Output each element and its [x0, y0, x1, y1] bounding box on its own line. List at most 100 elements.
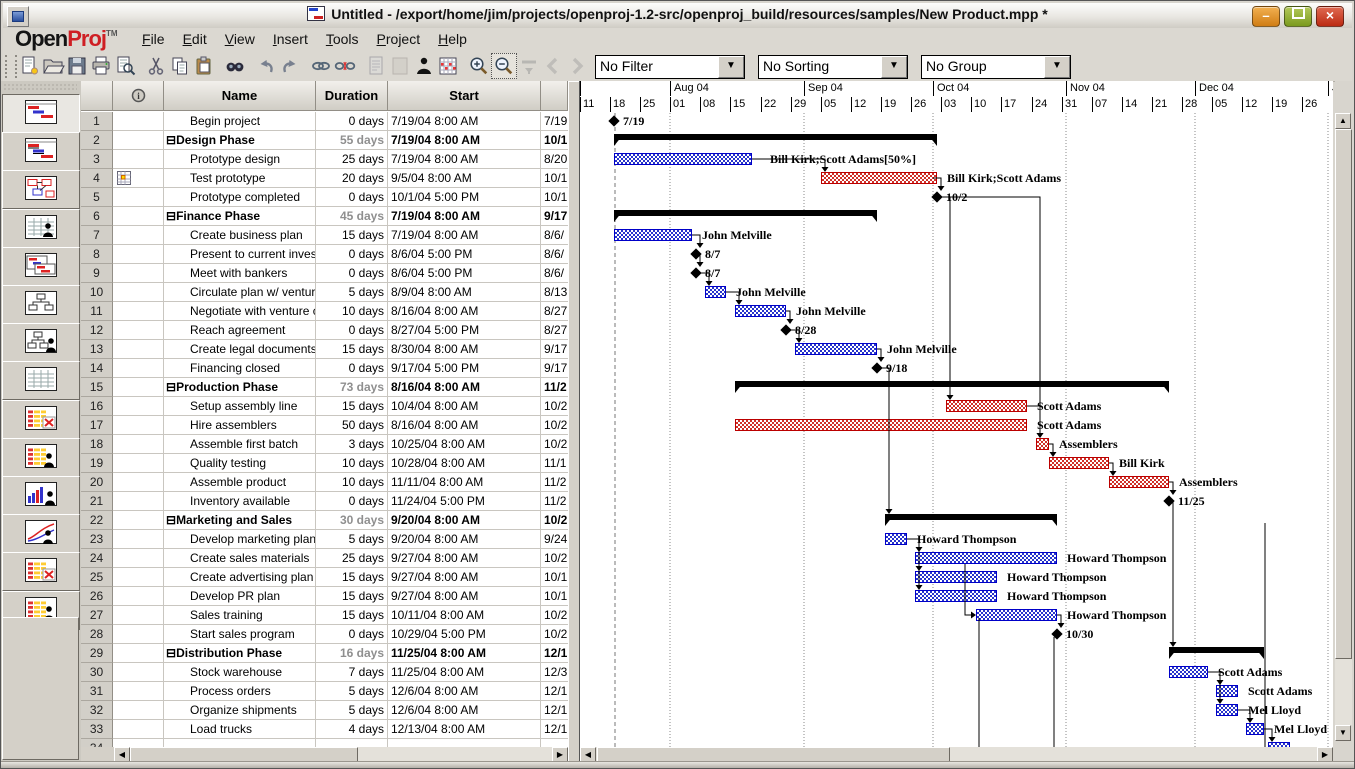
sidebar-wbs-view-button[interactable]: [2, 285, 80, 324]
sidebar-gantt-view-button[interactable]: [2, 94, 80, 133]
row-info-cell[interactable]: [113, 549, 164, 568]
dropdown-arrow-icon[interactable]: ▼: [1044, 56, 1070, 78]
task-name-cell[interactable]: Hire assemblers: [164, 416, 316, 435]
task-start-cell[interactable]: 9/27/04 8:00 AM: [388, 568, 541, 587]
sidebar-charts-view-button[interactable]: [2, 514, 80, 553]
task-name-cell[interactable]: Assemble product: [164, 473, 316, 492]
row-info-cell[interactable]: [113, 283, 164, 302]
dropdown-arrow-icon[interactable]: ▼: [718, 56, 744, 78]
task-duration-cell[interactable]: 20 days: [316, 169, 388, 188]
task-start-cell[interactable]: 11/25/04 8:00 AM: [388, 663, 541, 682]
gantt-hscrollbar[interactable]: ◀ ▶: [580, 747, 1333, 762]
task-name-cell[interactable]: Create legal documents: [164, 340, 316, 359]
scroll-left-button[interactable]: ◀: [114, 747, 130, 762]
task-finish-cell[interactable]: 12/3: [541, 663, 568, 682]
table-row[interactable]: 31Process orders5 days12/6/04 8:00 AM12/…: [81, 682, 568, 701]
task-finish-cell[interactable]: 11/2: [541, 473, 568, 492]
task-duration-cell[interactable]: 16 days: [316, 644, 388, 663]
task-name-cell[interactable]: Meet with bankers: [164, 264, 316, 283]
sidebar-projects-view-button[interactable]: [2, 247, 80, 286]
gantt-body[interactable]: 7/19Bill Kirk;Scott Adams[50%]Bill Kirk;…: [580, 113, 1333, 747]
sidebar-task-usage-view-button[interactable]: [2, 438, 80, 477]
task-finish-cell[interactable]: 10/1: [541, 587, 568, 606]
task-start-cell[interactable]: 8/30/04 8:00 AM: [388, 340, 541, 359]
task-name-cell[interactable]: Organize shipments: [164, 701, 316, 720]
toolbar-grip[interactable]: [5, 55, 17, 78]
table-row[interactable]: 15⊟Production Phase73 days8/16/04 8:00 A…: [81, 378, 568, 397]
group-dropdown[interactable]: No Group▼: [921, 55, 1071, 79]
task-start-cell[interactable]: 9/27/04 8:00 AM: [388, 587, 541, 606]
task-name-cell[interactable]: Create advertising plan: [164, 568, 316, 587]
print-preview-icon[interactable]: [113, 54, 137, 78]
task-name-cell[interactable]: Negotiate with venture capitalists: [164, 302, 316, 321]
row-info-cell[interactable]: [113, 378, 164, 397]
row-number[interactable]: 31: [81, 682, 113, 701]
sidebar-rbs-view-button[interactable]: [2, 323, 80, 362]
table-row[interactable]: 26Develop PR plan15 days9/27/04 8:00 AM1…: [81, 587, 568, 606]
table-row[interactable]: 16Setup assembly line15 days10/4/04 8:00…: [81, 397, 568, 416]
task-start-cell[interactable]: 12/6/04 8:00 AM: [388, 701, 541, 720]
task-start-cell[interactable]: 10/4/04 8:00 AM: [388, 397, 541, 416]
task-finish-cell[interactable]: 8/6/: [541, 226, 568, 245]
task-duration-cell[interactable]: 0 days: [316, 359, 388, 378]
task-start-cell[interactable]: [388, 739, 541, 747]
task-duration-cell[interactable]: 15 days: [316, 606, 388, 625]
next-icon[interactable]: [565, 54, 589, 78]
task-name-cell[interactable]: Prototype design: [164, 150, 316, 169]
task-duration-cell[interactable]: 5 days: [316, 682, 388, 701]
sidebar-resources-view-button[interactable]: [2, 209, 80, 248]
row-number[interactable]: 8: [81, 245, 113, 264]
timeline-weeks[interactable]: 1118250108152229051219260310172431071421…: [580, 97, 1333, 114]
task-name-cell[interactable]: Quality testing: [164, 454, 316, 473]
row-number[interactable]: 17: [81, 416, 113, 435]
gantt-hscroll-thumb[interactable]: [597, 747, 950, 762]
task-finish-cell[interactable]: [541, 739, 568, 747]
task-finish-cell[interactable]: 7/19: [541, 112, 568, 131]
task-finish-cell[interactable]: 9/24: [541, 530, 568, 549]
save-icon[interactable]: [65, 54, 89, 78]
task-name-cell[interactable]: ⊟Finance Phase: [164, 207, 316, 226]
task-start-cell[interactable]: 8/16/04 8:00 AM: [388, 302, 541, 321]
sidebar-reports-view-button[interactable]: [2, 361, 80, 400]
undo-icon[interactable]: [254, 54, 278, 78]
task-duration-cell[interactable]: [316, 739, 388, 747]
task-duration-cell[interactable]: 0 days: [316, 112, 388, 131]
task-duration-cell[interactable]: 5 days: [316, 283, 388, 302]
row-info-cell[interactable]: [113, 454, 164, 473]
task-finish-cell[interactable]: 8/27: [541, 302, 568, 321]
table-row[interactable]: 6⊟Finance Phase45 days7/19/04 8:00 AM9/1…: [81, 207, 568, 226]
task-name-cell[interactable]: Create business plan: [164, 226, 316, 245]
task-name-cell[interactable]: ⊟Design Phase: [164, 131, 316, 150]
table-row[interactable]: 23Develop marketing plan5 days9/20/04 8:…: [81, 530, 568, 549]
sidebar-histogram-view-button[interactable]: [2, 476, 80, 515]
task-finish-cell[interactable]: 12/1: [541, 701, 568, 720]
task-start-cell[interactable]: 8/27/04 5:00 PM: [388, 321, 541, 340]
menu-view[interactable]: View: [216, 28, 264, 50]
task-duration-cell[interactable]: 15 days: [316, 587, 388, 606]
task-finish-cell[interactable]: 11/2: [541, 492, 568, 511]
new-document-icon[interactable]: [17, 54, 41, 78]
task-name-cell[interactable]: [164, 739, 316, 747]
menu-help[interactable]: Help: [429, 28, 476, 50]
row-info-cell[interactable]: [113, 492, 164, 511]
sidebar-resource-usage-detail-view-button[interactable]: [2, 552, 80, 591]
task-start-cell[interactable]: 10/1/04 5:00 PM: [388, 188, 541, 207]
table-row[interactable]: 20Assemble product10 days11/11/04 8:00 A…: [81, 473, 568, 492]
row-number[interactable]: 13: [81, 340, 113, 359]
row-number[interactable]: 34: [81, 739, 113, 747]
task-notes-icon[interactable]: [364, 54, 388, 78]
row-number[interactable]: 2: [81, 131, 113, 150]
table-row[interactable]: 34: [81, 739, 568, 747]
row-info-cell[interactable]: [113, 530, 164, 549]
filter-dropdown[interactable]: No Filter▼: [595, 55, 745, 79]
task-finish-cell[interactable]: 8/27: [541, 321, 568, 340]
task-duration-cell[interactable]: 0 days: [316, 321, 388, 340]
task-finish-cell[interactable]: 9/17: [541, 359, 568, 378]
print-icon[interactable]: [89, 54, 113, 78]
table-row[interactable]: 25Create advertising plan15 days9/27/04 …: [81, 568, 568, 587]
table-hscroll-thumb[interactable]: [130, 747, 358, 762]
row-number[interactable]: 28: [81, 625, 113, 644]
task-finish-cell[interactable]: 12/1: [541, 720, 568, 739]
header-duration[interactable]: Duration: [316, 81, 388, 111]
task-start-cell[interactable]: 12/13/04 8:00 AM: [388, 720, 541, 739]
